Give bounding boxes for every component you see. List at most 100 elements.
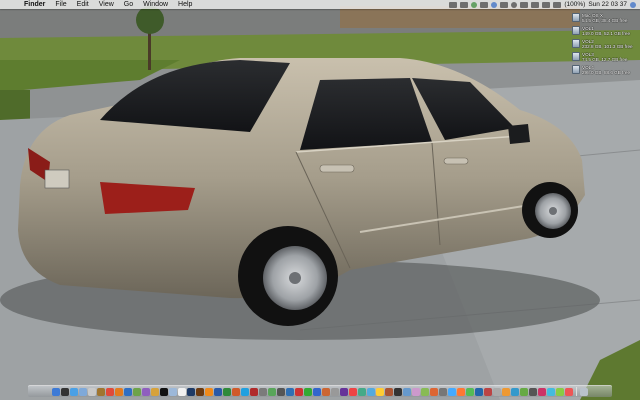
ichat-icon[interactable] [88, 387, 96, 396]
battery-percent[interactable]: (100%) [564, 0, 585, 9]
app-icon-36[interactable] [367, 387, 375, 396]
app-icon-57[interactable] [556, 387, 564, 396]
imovie-icon[interactable] [142, 387, 150, 396]
spotlight-icon[interactable] [630, 1, 636, 8]
dock [28, 385, 612, 397]
app-icon-33[interactable] [340, 387, 348, 396]
volume-icon[interactable] [542, 1, 551, 8]
illustrator-icon[interactable] [196, 387, 204, 396]
safari-icon[interactable] [70, 387, 78, 396]
garageband-icon[interactable] [151, 387, 159, 396]
menu-help[interactable]: Help [178, 0, 192, 9]
menu-bar: Finder File Edit View Go Window Help (10… [0, 0, 640, 9]
itunes-icon[interactable] [124, 387, 132, 396]
menubar-clock[interactable]: Sun 22 03 37 [588, 0, 627, 9]
preview-icon[interactable] [169, 387, 177, 396]
app-icon-40[interactable] [403, 387, 411, 396]
hard-drive-icon [572, 65, 580, 74]
terminal-icon[interactable] [160, 387, 168, 396]
disk-detail: 74.5 GB, 12.7 GB free [582, 57, 628, 62]
hard-drive-icon [572, 13, 580, 22]
app-icon-49[interactable] [484, 387, 492, 396]
quicktime-icon[interactable] [286, 387, 294, 396]
flag-icon[interactable] [520, 1, 529, 8]
app-icon-55[interactable] [538, 387, 546, 396]
desktop-disk[interactable]: VOL3 74.5 GB, 12.7 GB free [572, 52, 636, 62]
app-icon-29[interactable] [304, 387, 312, 396]
app-icon-41[interactable] [412, 387, 420, 396]
activity-monitor-icon[interactable] [268, 387, 276, 396]
desktop-disk[interactable]: VOL2 232.8 GB, 101.3 GB free [572, 39, 636, 49]
app-icon-39[interactable] [394, 387, 402, 396]
app-icon-53[interactable] [520, 387, 528, 396]
desktop-disk[interactable]: VOL1 149.0 GB, 52.1 GB free [572, 26, 636, 36]
menu-extras: (100%) Sun 22 03 37 [449, 0, 636, 9]
disk-detail: 54.5 GB, 38.4 GB free [582, 18, 628, 23]
app-icon-56[interactable] [547, 387, 555, 396]
system-preferences-icon[interactable] [259, 387, 267, 396]
mail-icon[interactable] [79, 387, 87, 396]
app-icon-43[interactable] [430, 387, 438, 396]
sync-icon[interactable] [511, 1, 518, 8]
hard-drive-icon [572, 26, 580, 35]
calculator-icon[interactable] [277, 387, 285, 396]
menu-finder[interactable]: Finder [24, 0, 45, 9]
mail-status-icon[interactable] [460, 1, 469, 8]
app-icon-30[interactable] [313, 387, 321, 396]
firefox-icon[interactable] [115, 387, 123, 396]
hard-drive-icon [572, 39, 580, 48]
desktop-disk[interactable]: Mac OS X 54.5 GB, 38.4 GB free [572, 13, 636, 23]
textedit-icon[interactable] [178, 387, 186, 396]
app-icon-47[interactable] [466, 387, 474, 396]
app-icon-54[interactable] [529, 387, 537, 396]
app-icon-35[interactable] [358, 387, 366, 396]
app-icon-37[interactable] [376, 387, 384, 396]
disk-detail: 232.8 GB, 101.3 GB free [582, 44, 633, 49]
app-icon-28[interactable] [295, 387, 303, 396]
app-icon-50[interactable] [493, 387, 501, 396]
photoshop-icon[interactable] [187, 387, 195, 396]
menu-view[interactable]: View [99, 0, 114, 9]
vlc-icon[interactable] [205, 387, 213, 396]
disk-detail: 298.0 GB, 88.6 GB free [582, 70, 631, 75]
display-icon[interactable] [449, 1, 458, 8]
word-icon[interactable] [214, 387, 222, 396]
trash-icon[interactable] [580, 387, 588, 396]
finder-icon[interactable] [52, 387, 60, 396]
app-icon-51[interactable] [502, 387, 510, 396]
address-book-icon[interactable] [97, 387, 105, 396]
transmission-icon[interactable] [250, 387, 258, 396]
dock-separator [576, 387, 577, 396]
app-icon-42[interactable] [421, 387, 429, 396]
app-icon-31[interactable] [322, 387, 330, 396]
desktop-wallpaper [0, 0, 640, 400]
powerpoint-icon[interactable] [232, 387, 240, 396]
bluetooth-icon[interactable] [491, 1, 498, 8]
app-icon-45[interactable] [448, 387, 456, 396]
time-machine-icon[interactable] [500, 1, 509, 8]
wifi-icon[interactable] [531, 1, 540, 8]
iphoto-icon[interactable] [133, 387, 141, 396]
app-icon-32[interactable] [331, 387, 339, 396]
app-icon-58[interactable] [565, 387, 573, 396]
app-icon-38[interactable] [385, 387, 393, 396]
dashboard-icon[interactable] [61, 387, 69, 396]
script-menu-icon[interactable] [480, 1, 489, 8]
app-icon-34[interactable] [349, 387, 357, 396]
menu-file[interactable]: File [55, 0, 66, 9]
skype-icon[interactable] [241, 387, 249, 396]
desktop-disk[interactable]: VOL4 298.0 GB, 88.6 GB free [572, 65, 636, 75]
menu-edit[interactable]: Edit [77, 0, 89, 9]
hard-drive-icon [572, 52, 580, 61]
app-icon-44[interactable] [439, 387, 447, 396]
ical-icon[interactable] [106, 387, 114, 396]
desktop-volumes: Mac OS X 54.5 GB, 38.4 GB free VOL1 149.0 … [572, 13, 636, 78]
menu-window[interactable]: Window [143, 0, 168, 9]
ichat-status-icon[interactable] [471, 1, 478, 8]
battery-icon[interactable] [553, 1, 562, 8]
excel-icon[interactable] [223, 387, 231, 396]
app-icon-46[interactable] [457, 387, 465, 396]
app-icon-48[interactable] [475, 387, 483, 396]
menu-go[interactable]: Go [124, 0, 133, 9]
app-icon-52[interactable] [511, 387, 519, 396]
